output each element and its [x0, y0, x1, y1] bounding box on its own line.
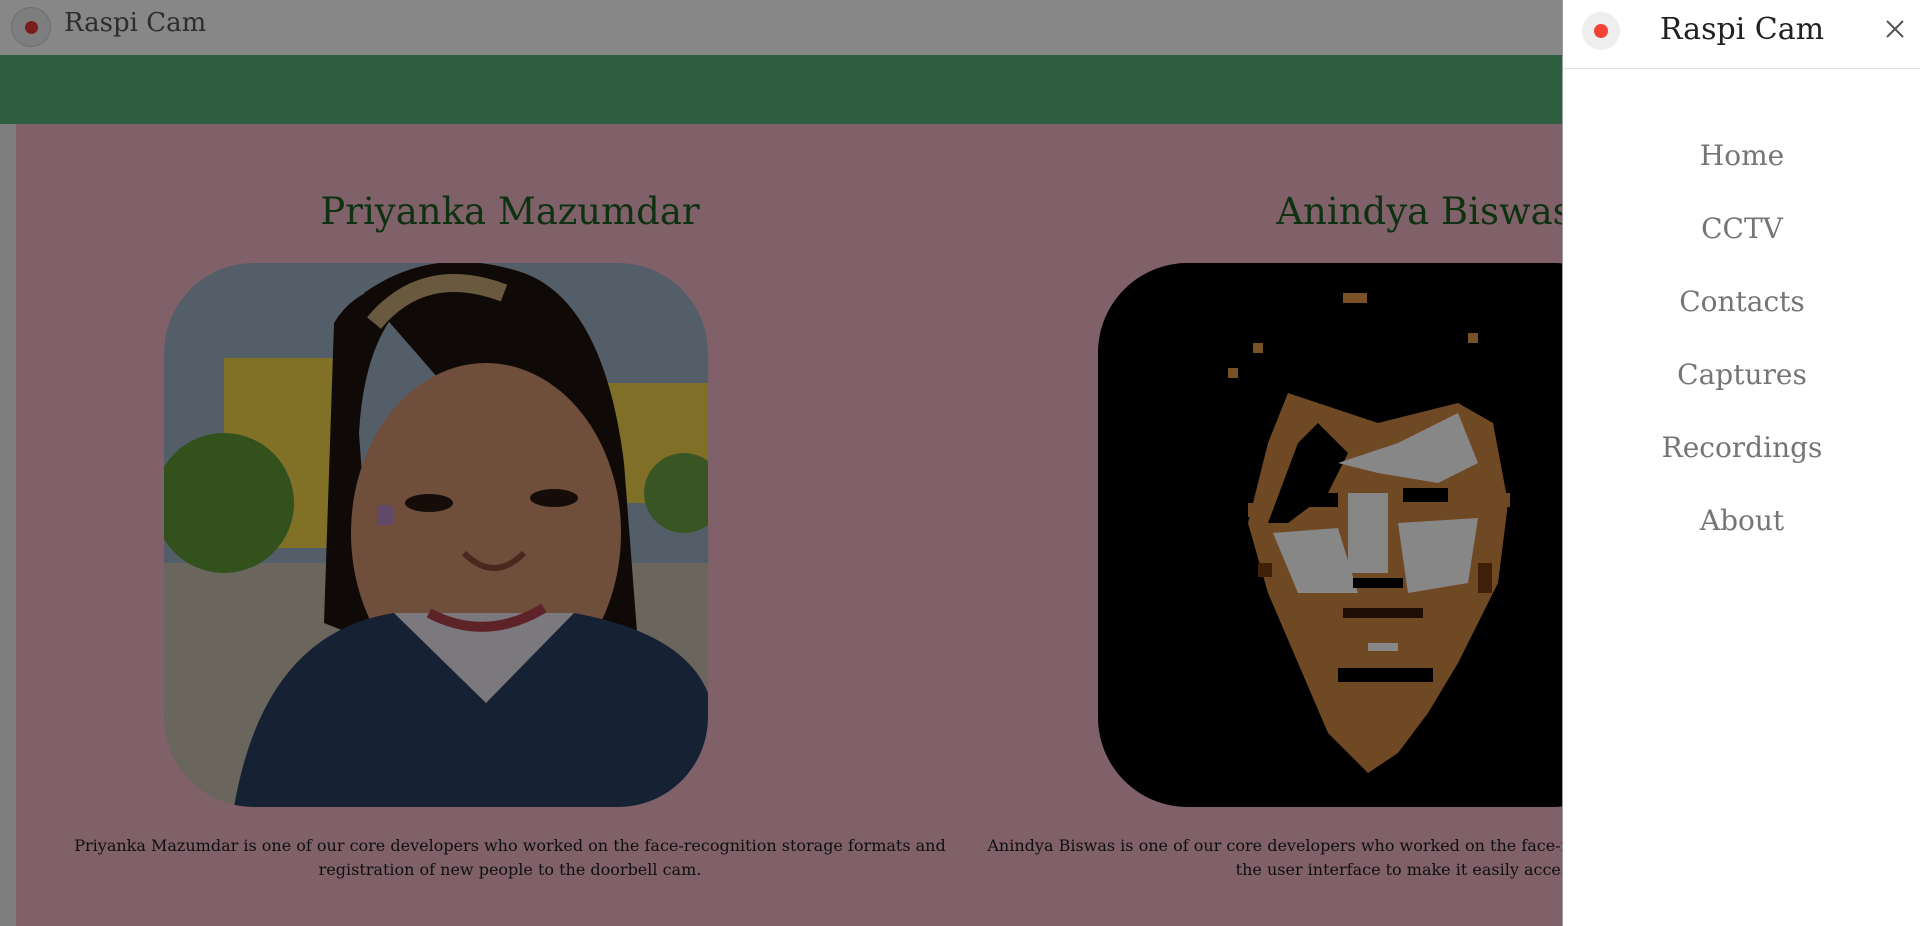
- drawer-menu: Home CCTV Contacts Captures Recordings A…: [1563, 132, 1920, 570]
- drawer-item-captures[interactable]: Captures: [1563, 351, 1920, 424]
- drawer-item-cctv[interactable]: CCTV: [1563, 205, 1920, 278]
- drawer-title: Raspi Cam: [1659, 12, 1825, 47]
- drawer-item-recordings[interactable]: Recordings: [1563, 424, 1920, 497]
- drawer-item-home[interactable]: Home: [1563, 132, 1920, 205]
- nav-drawer: Raspi Cam Home CCTV Contacts Captures Re…: [1562, 0, 1920, 926]
- drawer-item-contacts[interactable]: Contacts: [1563, 278, 1920, 351]
- drawer-item-about[interactable]: About: [1563, 497, 1920, 570]
- drawer-header: Raspi Cam: [1563, 0, 1920, 69]
- close-icon[interactable]: [1883, 17, 1907, 41]
